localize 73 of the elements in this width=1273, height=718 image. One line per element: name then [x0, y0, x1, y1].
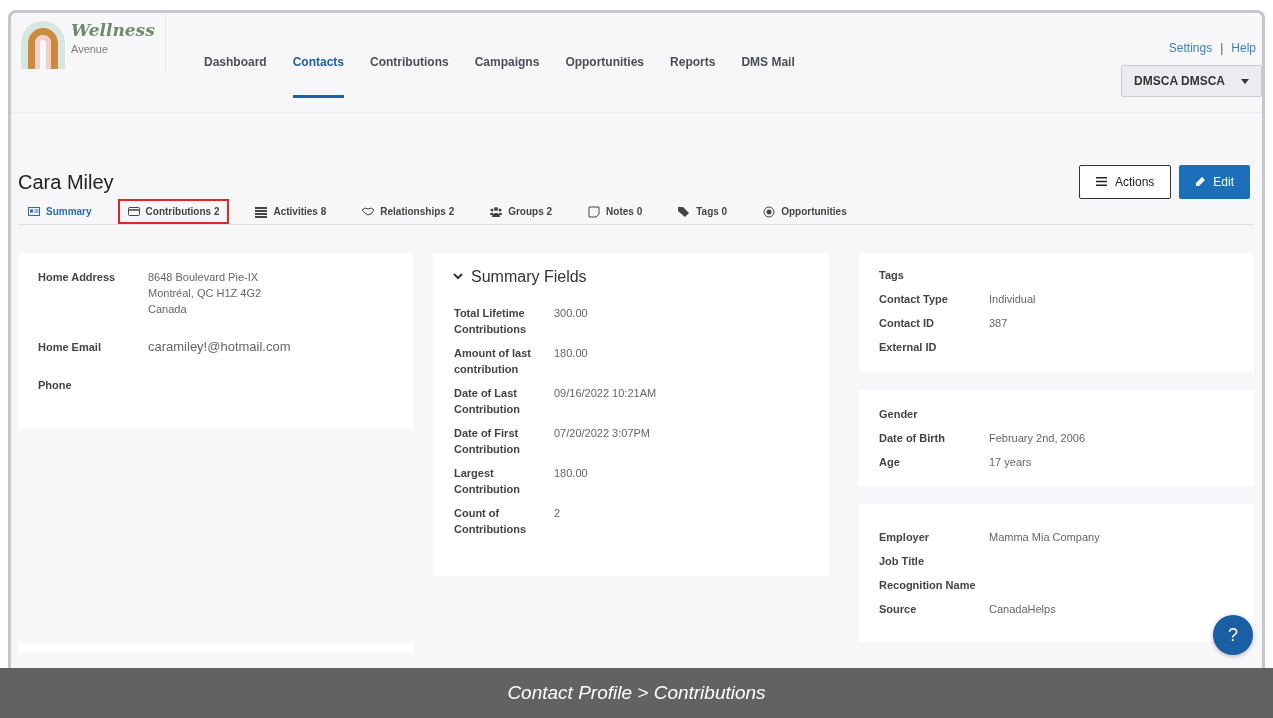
separator: |: [1220, 40, 1224, 57]
field-label: Tags: [879, 268, 905, 283]
nav-link[interactable]: Contributions: [370, 53, 449, 98]
field-label: Age: [879, 455, 901, 470]
field-label: Contact ID: [879, 316, 935, 331]
profile-tab[interactable]: Opportunities: [753, 199, 857, 224]
section-title: Summary Fields: [471, 267, 587, 287]
field-label: Recognition Name: [879, 578, 977, 593]
settings-link[interactable]: Settings: [1168, 39, 1213, 57]
nav-link[interactable]: Opportunities: [565, 53, 645, 98]
field-label: Employer: [879, 530, 931, 545]
menu-icon: [1095, 177, 1107, 186]
field-label: Home Address: [38, 270, 117, 285]
field-value: CanadaHelps: [989, 602, 1056, 617]
field-label: External ID: [879, 340, 938, 355]
field-label: Contact Type: [879, 292, 949, 307]
field-value: 07/20/2022 3:07PM: [554, 426, 651, 441]
field-value: 2: [554, 506, 561, 521]
id-card-icon: [28, 205, 40, 218]
profile-tab[interactable]: Notes 0: [578, 199, 653, 224]
field-label: Total Lifetime Contributions: [454, 306, 528, 337]
field-value: caramiley!@hotmail.com: [148, 339, 291, 355]
contact-name: Cara Miley: [18, 169, 114, 195]
caption: Contact Profile > Contributions: [0, 668, 1273, 718]
help-link[interactable]: Help: [1231, 39, 1256, 57]
field-label: Count of Contributions: [454, 506, 528, 537]
nav-link[interactable]: Dashboard: [204, 53, 267, 98]
profile-tab[interactable]: Activities 8: [245, 199, 337, 224]
pencil-icon: [1195, 176, 1206, 187]
profile-tab[interactable]: Tags 0: [668, 199, 738, 224]
nav-link[interactable]: DMS Mail: [741, 53, 795, 98]
field-value: 180.00: [554, 346, 588, 361]
field-value: Individual: [989, 292, 1036, 307]
field-value: 17 years: [989, 455, 1032, 470]
field-label: Date of Birth: [879, 431, 946, 446]
field-value: February 2nd, 2006: [989, 431, 1085, 446]
rainbow-icon: [19, 19, 67, 69]
edit-button[interactable]: Edit: [1179, 164, 1250, 199]
field-label: Home Email: [38, 340, 102, 355]
field-label: Date of First Contribution: [454, 426, 521, 457]
profile-tab[interactable]: Groups 2: [480, 199, 563, 224]
logo-subtitle: Avenue: [71, 43, 110, 55]
field-value: Mamma Mia Company: [989, 530, 1100, 545]
field-label: Amount of last contribution: [454, 346, 532, 377]
user-menu-button[interactable]: DMSCA DMSCA: [1121, 65, 1262, 97]
list-icon: [255, 205, 268, 218]
field-value: 180.00: [554, 466, 588, 481]
note-icon: [588, 205, 601, 218]
field-label: Source: [879, 602, 918, 617]
profile-tab[interactable]: Contributions 2: [117, 199, 230, 224]
target-icon: [763, 205, 776, 218]
profile-tab[interactable]: Relationships 2: [352, 199, 465, 224]
field-value: 8648 Boulevard Pie-IX Montréal, QC H1Z 4G2 Canada: [148, 270, 262, 317]
field-label: Date of Last Contribution: [454, 386, 521, 417]
nav-link[interactable]: Contacts: [292, 53, 345, 98]
nav-link[interactable]: Campaigns: [474, 53, 540, 98]
field-label: Largest Contribution: [454, 466, 521, 497]
logo-wordmark: Wellness: [71, 20, 155, 40]
field-value: 09/16/2022 10:21AM: [554, 386, 657, 401]
actions-button[interactable]: Actions: [1078, 164, 1172, 199]
field-value: 387: [989, 316, 1008, 331]
field-label: Job Title: [879, 554, 926, 569]
credit-card-icon: [127, 205, 140, 218]
help-button[interactable]: ?: [1213, 615, 1253, 655]
chevron-icon[interactable]: [453, 272, 463, 282]
tags-icon: [678, 205, 691, 218]
people-icon: [490, 205, 503, 218]
profile-tab[interactable]: Summary: [18, 199, 102, 224]
field-label: Gender: [879, 407, 919, 422]
field-label: Phone: [38, 378, 73, 393]
nav-link[interactable]: Reports: [670, 53, 716, 98]
caret-icon: [1241, 78, 1249, 84]
field-value: 300.00: [554, 306, 588, 321]
